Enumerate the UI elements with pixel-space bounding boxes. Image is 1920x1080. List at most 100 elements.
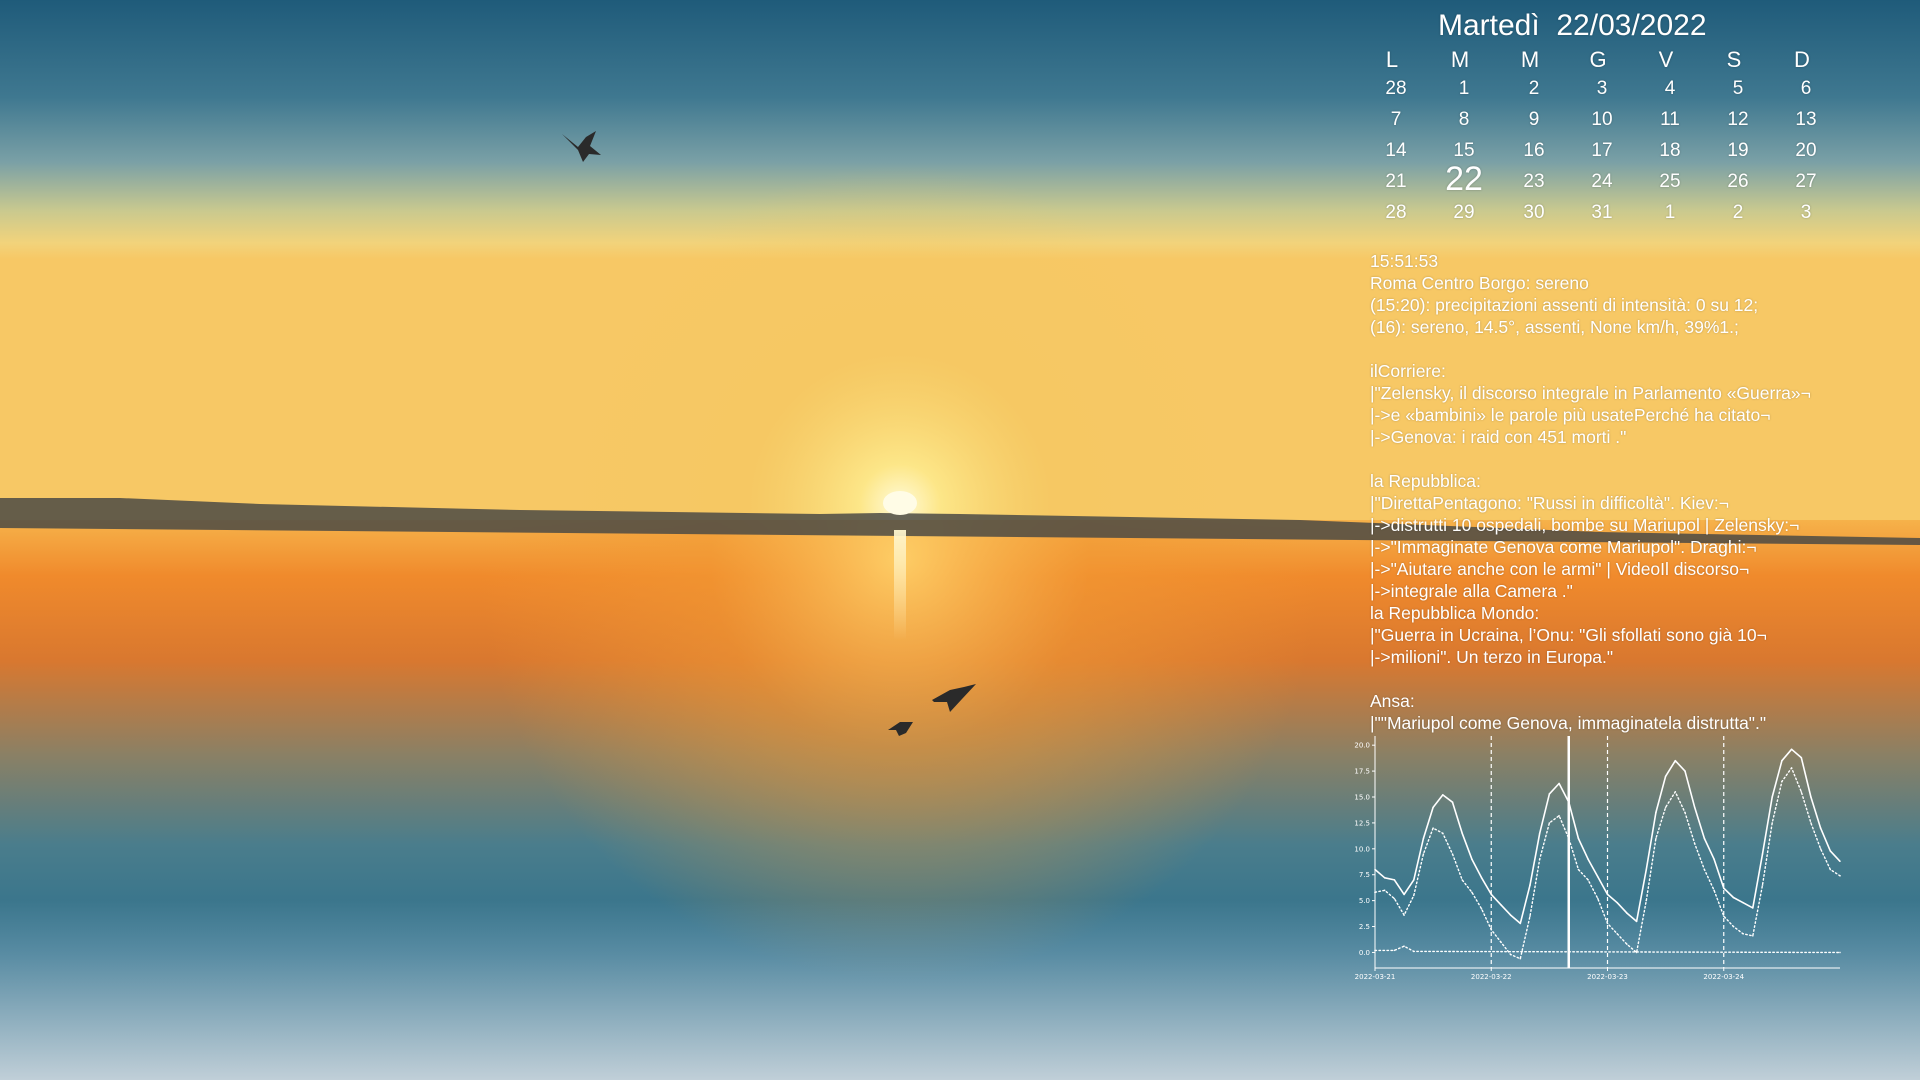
series-1-point — [1800, 791, 1803, 793]
calendar-day: 29 — [1453, 202, 1475, 223]
series-0-point — [1781, 759, 1783, 762]
calendar-day: 14 — [1385, 140, 1407, 161]
calendar-day: 3 — [1800, 202, 1812, 223]
series-0-point — [1451, 801, 1454, 803]
series-0-point — [1374, 868, 1376, 871]
series-0-point — [1529, 884, 1531, 886]
info-line: |"Zelensky, il discorso integrale in Par… — [1370, 383, 1811, 403]
info-line: Roma Centro Borgo: sereno — [1370, 273, 1589, 293]
series-1-point — [1509, 953, 1512, 956]
series-1-point — [1732, 925, 1735, 928]
series-1-point — [1829, 868, 1832, 871]
series-1-point — [1519, 957, 1522, 960]
y-tick-label: 15.0 — [1354, 794, 1370, 802]
info-line: (15:20): precipitazioni assenti di inten… — [1370, 295, 1759, 315]
series-0-point — [1548, 793, 1551, 795]
series-1-point — [1742, 933, 1744, 935]
calendar-day: 26 — [1727, 171, 1749, 192]
info-line: Ansa: — [1370, 691, 1415, 711]
calendar-day: 1 — [1664, 202, 1676, 223]
series-1-point — [1490, 928, 1493, 931]
series-0-point — [1771, 796, 1773, 798]
series-1-point — [1403, 914, 1405, 916]
info-line: |->e «bambini» le parole più usatePerché… — [1370, 405, 1771, 425]
series-0-point — [1693, 806, 1696, 809]
y-tick-label: 10.0 — [1354, 845, 1370, 853]
info-line: |->milioni". Un terzo in Europa." — [1370, 647, 1614, 667]
series-1-point — [1616, 933, 1618, 935]
calendar-day: 24 — [1591, 171, 1613, 192]
series-1-point — [1587, 879, 1589, 881]
y-tick-label: 2.5 — [1359, 923, 1370, 931]
series-1-point — [1451, 853, 1454, 855]
series-0-point — [1752, 907, 1754, 909]
series-1-point — [1781, 780, 1783, 783]
series-1-point — [1645, 899, 1648, 902]
series-0-point — [1597, 876, 1599, 878]
series-1-point — [1480, 908, 1483, 910]
x-tick-label: 2022-03-23 — [1587, 973, 1628, 981]
calendar-weekday: M — [1450, 47, 1470, 72]
series-0-point — [1684, 770, 1686, 772]
series-0-point — [1800, 756, 1803, 759]
calendar-day: 4 — [1664, 78, 1676, 99]
series-1-point — [1713, 889, 1715, 892]
series-1-point — [1442, 832, 1444, 835]
calendar-day: 1 — [1458, 78, 1470, 99]
series-0-point — [1742, 901, 1744, 904]
calendar-day: 6 — [1800, 78, 1812, 99]
series-1-point — [1548, 822, 1551, 824]
series-1-point — [1567, 837, 1570, 840]
series-0-point — [1703, 837, 1706, 840]
series-1-point — [1819, 848, 1822, 850]
series-1-point — [1432, 827, 1434, 829]
info-line: ilCorriere: — [1370, 361, 1446, 381]
series-0-point — [1839, 860, 1841, 863]
info-line: |"Guerra in Ucraina, l’Onu: "Gli sfollat… — [1370, 625, 1767, 645]
series-0-point — [1664, 775, 1667, 778]
series-1-point — [1412, 894, 1415, 897]
calendar-day: 10 — [1591, 109, 1613, 130]
calendar-weekday: D — [1794, 47, 1810, 72]
series-0-point — [1412, 879, 1415, 881]
info-line: la Repubblica: — [1370, 471, 1481, 491]
series-0-point — [1471, 858, 1473, 860]
info-panel: 15:51:53 Roma Centro Borgo: sereno (15:20)… — [1370, 250, 1910, 734]
series-1-point — [1500, 941, 1502, 943]
series-1-point — [1471, 891, 1473, 894]
series-0-point — [1403, 893, 1405, 896]
calendar-day: 25 — [1659, 171, 1681, 192]
calendar-day: 28 — [1385, 78, 1407, 99]
series-0-point — [1577, 837, 1580, 840]
series-0-point — [1461, 832, 1463, 835]
info-line: (16): sereno, 14.5°, assenti, None km/h,… — [1370, 317, 1739, 337]
series-0-point — [1490, 893, 1493, 896]
series-1-point — [1577, 868, 1580, 871]
info-line: |->Genova: i raid con 451 morti ." — [1370, 427, 1627, 447]
calendar-day: 13 — [1795, 109, 1817, 130]
calendar-day: 23 — [1523, 171, 1545, 192]
calendar-day: 12 — [1727, 109, 1749, 130]
series-0-point — [1538, 832, 1541, 835]
info-line: |->"Immaginate Genova come Mariupol". Dr… — [1370, 537, 1757, 557]
series-0-point — [1393, 879, 1396, 881]
series-1-point — [1374, 891, 1376, 894]
series-1-point — [1839, 874, 1841, 877]
series-1-point — [1393, 897, 1396, 900]
series-1-point — [1383, 889, 1386, 892]
series-1-point — [1752, 935, 1754, 937]
x-tick-label: 2022-03-21 — [1355, 973, 1396, 981]
series-0-point — [1655, 811, 1657, 814]
series-1-point — [1529, 915, 1531, 917]
series-0-point — [1587, 858, 1589, 860]
y-tick-label: 20.0 — [1354, 742, 1370, 750]
series-1-point — [1664, 806, 1667, 809]
series-0-point — [1761, 853, 1764, 855]
series-0-point — [1790, 748, 1793, 751]
calendar-day: 7 — [1390, 109, 1402, 130]
series-0-point — [1810, 796, 1812, 798]
calendar-day: 2 — [1528, 78, 1540, 99]
series-1-point — [1684, 811, 1686, 814]
